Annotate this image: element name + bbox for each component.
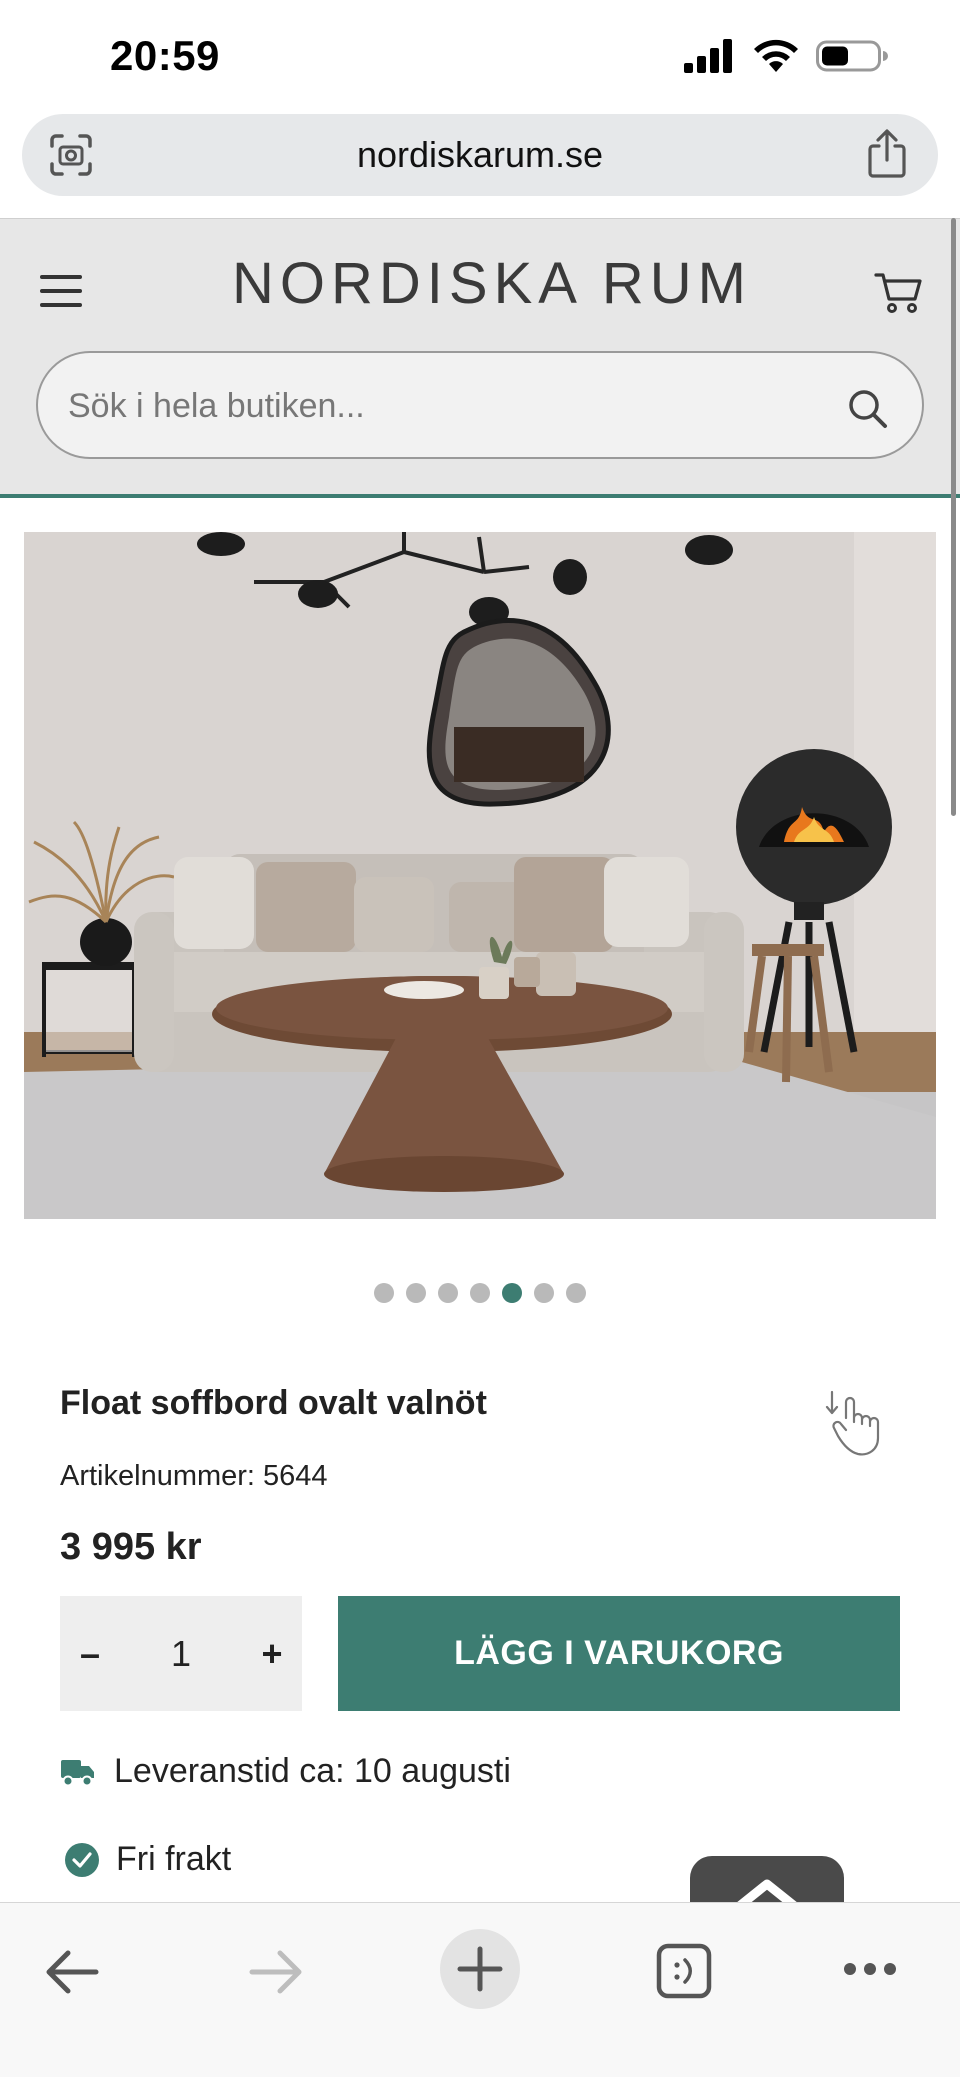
forward-arrow-icon[interactable] [248, 1947, 304, 1997]
share-icon[interactable] [864, 128, 910, 180]
status-icons [684, 38, 888, 74]
quantity-stepper: – 1 + [60, 1596, 302, 1711]
menu-icon[interactable] [40, 275, 82, 309]
swipe-hint-icon [825, 1390, 880, 1456]
carousel-dot-2[interactable] [406, 1283, 426, 1303]
delivery-text: Leveranstid ca: 10 augusti [114, 1752, 511, 1790]
product-image[interactable] [24, 532, 936, 1219]
check-circle-icon [65, 1842, 99, 1877]
product-sku: Artikelnummer: 5644 [60, 1460, 328, 1492]
logo[interactable]: NORDISKA RUM [232, 255, 752, 313]
carousel-dot-7[interactable] [566, 1283, 586, 1303]
quantity-value[interactable]: 1 [120, 1633, 242, 1675]
wifi-icon [754, 39, 798, 72]
more-icon[interactable] [842, 1961, 898, 1977]
browser-toolbar [0, 1902, 960, 2077]
address-bar[interactable]: nordiskarum.se [22, 114, 938, 196]
new-tab-plus-icon [457, 1946, 503, 1992]
free-shipping-info: Fri frakt [64, 1840, 231, 1879]
search-icon[interactable] [846, 387, 888, 429]
status-time: 20:59 [110, 32, 220, 79]
new-tab-button[interactable] [440, 1929, 520, 2009]
quantity-increase-button[interactable]: + [242, 1596, 302, 1711]
quantity-decrease-button[interactable]: – [60, 1596, 120, 1711]
back-arrow-icon[interactable] [44, 1947, 100, 1997]
url-text[interactable]: nordiskarum.se [22, 134, 938, 176]
site-header: NORDISKA RUM [0, 218, 960, 496]
logo-text[interactable]: NORDISKA RUM [232, 255, 752, 313]
signal-icon [684, 39, 732, 73]
carousel-dot-6[interactable] [534, 1283, 554, 1303]
carousel-dot-5[interactable] [502, 1283, 522, 1303]
search-input[interactable] [68, 379, 808, 433]
header-divider [0, 494, 960, 498]
page-scrollbar[interactable] [951, 218, 956, 816]
carousel-dot-4[interactable] [470, 1283, 490, 1303]
living-room-photo [24, 532, 936, 1219]
carousel-dots [0, 1283, 960, 1303]
battery-icon [816, 40, 888, 72]
product-price: 3 995 kr [60, 1526, 202, 1568]
tabs-icon[interactable] [656, 1943, 712, 1999]
carousel-dot-1[interactable] [374, 1283, 394, 1303]
truck-icon [61, 1759, 94, 1786]
search-box[interactable] [36, 351, 924, 459]
delivery-info: Leveranstid ca: 10 augusti [60, 1752, 511, 1791]
add-to-cart-button[interactable]: LÄGG I VARUKORG [338, 1596, 900, 1711]
carousel-dot-3[interactable] [438, 1283, 458, 1303]
product-title: Float soffbord ovalt valnöt [60, 1384, 487, 1422]
cart-icon[interactable] [874, 269, 924, 315]
status-bar: 20:59 [0, 0, 960, 110]
free-shipping-text: Fri frakt [116, 1840, 232, 1878]
